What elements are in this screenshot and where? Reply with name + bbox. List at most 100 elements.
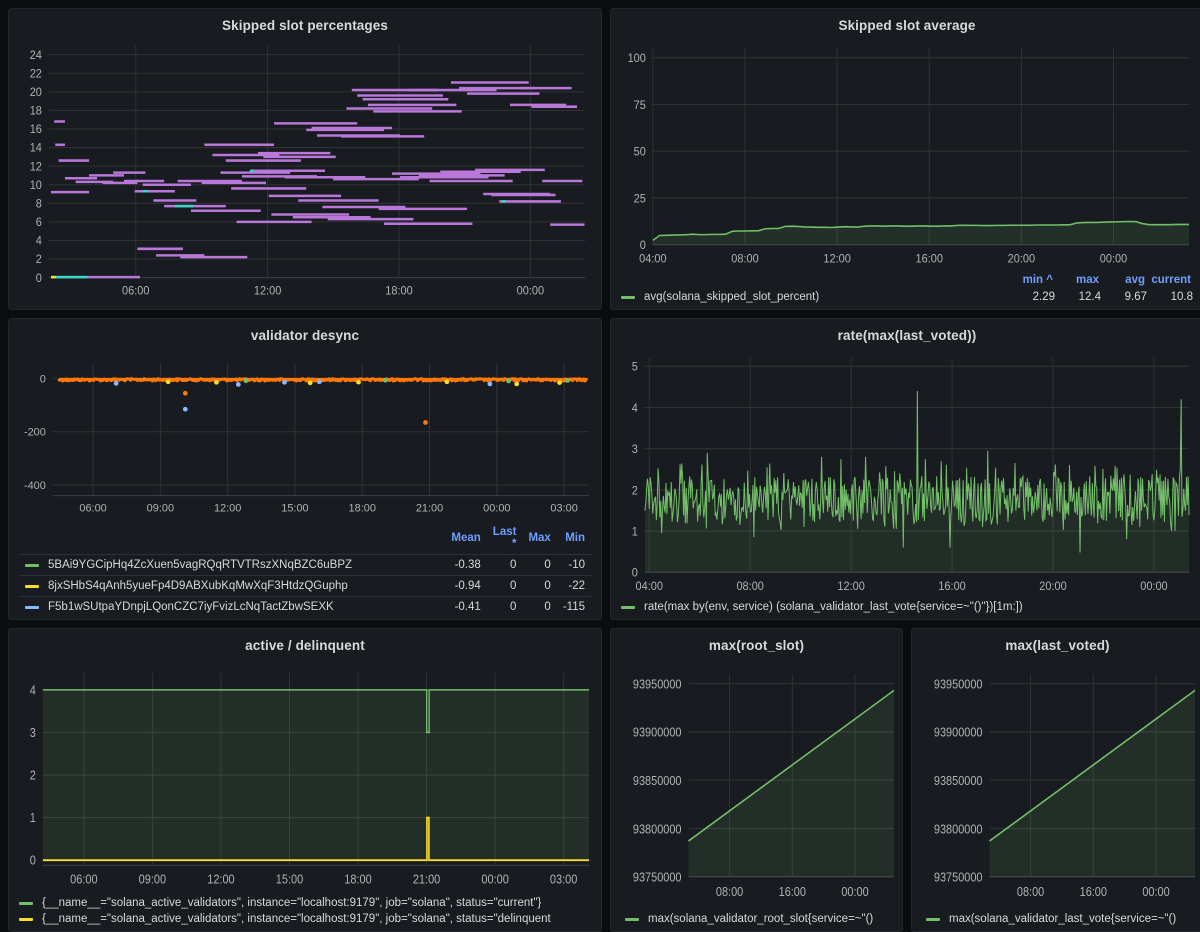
panel-title: active / delinquent xyxy=(245,638,365,653)
svg-text:3: 3 xyxy=(632,444,638,457)
panel-max-last-voted[interactable]: max(last_voted) 93750000 93800000 93850000… xyxy=(911,628,1200,932)
legend-item[interactable]: {__name__="solana_active_validators", in… xyxy=(19,913,591,925)
series-label[interactable]: F5b1wSUtpaYDnpjLQonCZC7iyFvizLcNqTactZbw… xyxy=(48,601,334,613)
svg-text:4: 4 xyxy=(30,684,37,698)
chart-active-delinquent: 0 1 2 3 4 06:00 09:00 12:00 15:00 18:00 21:00 00:00… xyxy=(9,657,601,897)
legend-row[interactable]: 5BAi9YGCipHq4ZcXuen5vagRQqRTVTRszXNqBZC6… xyxy=(19,554,591,576)
svg-text:20:00: 20:00 xyxy=(1008,252,1036,266)
svg-text:12:00: 12:00 xyxy=(837,581,864,594)
chart-validator-desync: 0 -200 -400 06:00 09:00 12:00 15:00 18:00 21:00 0… xyxy=(9,347,601,523)
svg-text:10: 10 xyxy=(30,180,42,192)
series-last-value: 0 xyxy=(486,554,523,576)
dashboard-grid: Skipped slot percentages 0 2 4 6 8 10 12 14 16 18… xyxy=(0,0,1200,932)
series-label[interactable]: max(solana_validator_last_vote{service=~… xyxy=(949,913,1176,925)
legend-table: Mean Last * Max Min 5BAi9YGCipHq4ZcXuen5… xyxy=(19,523,591,617)
legend-max-root-slot: max(solana_validator_root_slot{service=~… xyxy=(611,913,902,931)
series-label[interactable]: rate(max by(env, service) (solana_valida… xyxy=(644,601,1023,613)
svg-text:09:00: 09:00 xyxy=(139,873,167,887)
series-label-cell[interactable]: 5BAi9YGCipHq4ZcXuen5vagRQqRTVTRszXNqBZC6… xyxy=(19,554,446,576)
panel-skipped-slot-percentages[interactable]: Skipped slot percentages 0 2 4 6 8 10 12 14 16 18… xyxy=(8,8,602,310)
legend-item[interactable]: {__name__="solana_active_validators", in… xyxy=(19,897,591,909)
series-label[interactable]: avg(solana_skipped_slot_percent) xyxy=(644,291,1009,303)
svg-text:3: 3 xyxy=(30,726,36,740)
svg-text:15:00: 15:00 xyxy=(276,873,304,887)
svg-text:00:00: 00:00 xyxy=(517,285,544,297)
series-mean-value: -0.41 xyxy=(454,601,481,613)
svg-text:93800000: 93800000 xyxy=(633,821,682,836)
svg-text:4: 4 xyxy=(36,235,42,247)
series-label[interactable]: {__name__="solana_active_validators", in… xyxy=(42,913,551,925)
svg-text:2: 2 xyxy=(36,254,42,266)
svg-text:2: 2 xyxy=(30,769,36,783)
svg-text:00:00: 00:00 xyxy=(1140,581,1167,594)
svg-text:93800000: 93800000 xyxy=(934,821,983,836)
svg-text:93850000: 93850000 xyxy=(934,773,983,788)
series-label[interactable]: 5BAi9YGCipHq4ZcXuen5vagRQqRTVTRszXNqBZC6… xyxy=(48,559,352,571)
svg-text:0: 0 xyxy=(40,374,46,386)
svg-text:1: 1 xyxy=(30,812,36,826)
svg-text:0: 0 xyxy=(640,239,647,253)
legend-col-mean[interactable]: Mean xyxy=(445,523,487,555)
chart-skipped-slot-percentages: 0 2 4 6 8 10 12 14 16 18 20 22 24 06:00 12:00 18:00 00:0… xyxy=(9,37,601,309)
series-label[interactable]: 8jxSHbS4qAnh5yueFp4D9ABXubKqMwXqF3HtdzQG… xyxy=(48,580,348,592)
svg-text:16:00: 16:00 xyxy=(1080,884,1108,899)
legend-row[interactable]: F5b1wSUtpaYDnpjLQonCZC7iyFvizLcNqTactZbw… xyxy=(19,597,591,618)
svg-text:12:00: 12:00 xyxy=(254,285,281,297)
svg-text:08:00: 08:00 xyxy=(736,581,763,594)
svg-text:93900000: 93900000 xyxy=(934,725,983,740)
svg-text:00:00: 00:00 xyxy=(1142,884,1170,899)
svg-text:1: 1 xyxy=(632,526,638,539)
series-color-swatch xyxy=(19,901,33,905)
svg-text:06:00: 06:00 xyxy=(79,502,106,514)
series-color-swatch xyxy=(625,917,639,921)
svg-text:00:00: 00:00 xyxy=(483,502,510,514)
panel-skipped-slot-average[interactable]: Skipped slot average 0 25 50 75 100 04:00 08:0… xyxy=(610,8,1200,310)
svg-text:6: 6 xyxy=(36,217,42,229)
legend-col-max[interactable]: Max xyxy=(522,523,557,555)
svg-text:93950000: 93950000 xyxy=(934,676,983,691)
panel-active-delinquent[interactable]: active / delinquent 0 1 2 3 4 06:00 09:00 12:00… xyxy=(8,628,602,932)
svg-text:93900000: 93900000 xyxy=(633,725,682,740)
panel-title: validator desync xyxy=(250,328,360,343)
svg-text:18: 18 xyxy=(30,105,42,117)
svg-text:00:00: 00:00 xyxy=(841,884,869,899)
svg-text:12:00: 12:00 xyxy=(823,252,851,266)
svg-text:06:00: 06:00 xyxy=(122,285,149,297)
svg-text:20: 20 xyxy=(30,87,42,99)
legend-item[interactable]: max(solana_validator_last_vote{service=~… xyxy=(926,913,1193,925)
legend-col-min[interactable]: Min xyxy=(556,523,591,555)
svg-text:18:00: 18:00 xyxy=(349,502,376,514)
series-label-cell[interactable]: F5b1wSUtpaYDnpjLQonCZC7iyFvizLcNqTactZbw… xyxy=(19,597,445,618)
series-label-cell[interactable]: 8jxSHbS4qAnh5yueFp4D9ABXubKqMwXqF3HtdzQG… xyxy=(19,575,446,597)
legend-max-last-voted: max(solana_validator_last_vote{service=~… xyxy=(912,913,1200,931)
panel-rate-max-last-voted[interactable]: rate(max(last_voted)) 0 1 2 3 4 5 04:00 08:00 12… xyxy=(610,318,1200,620)
legend-row[interactable]: 8jxSHbS4qAnh5yueFp4D9ABXubKqMwXqF3HtdzQG… xyxy=(19,575,591,597)
legend-col-min[interactable]: min ^ xyxy=(1007,274,1053,286)
legend-header-row: min ^ max avg current xyxy=(621,274,1193,286)
panel-validator-desync[interactable]: validator desync 0 -200 -400 06:00 09:00 12:0… xyxy=(8,318,602,620)
bottom-right-group: max(root_slot) 93750000 93800000 93850000 9… xyxy=(610,628,1200,932)
panel-title: max(last_voted) xyxy=(1005,638,1110,653)
svg-text:4: 4 xyxy=(632,402,639,415)
svg-text:03:00: 03:00 xyxy=(550,502,577,514)
panel-max-root-slot[interactable]: max(root_slot) 93750000 93800000 93850000 9… xyxy=(610,628,903,932)
svg-text:0: 0 xyxy=(632,567,638,580)
legend-col-last[interactable]: Last * xyxy=(486,523,523,555)
svg-text:0: 0 xyxy=(30,854,37,868)
series-label[interactable]: max(solana_validator_root_slot{service=~… xyxy=(648,913,873,925)
svg-text:0: 0 xyxy=(36,273,42,285)
svg-text:22: 22 xyxy=(30,68,42,80)
legend-item[interactable]: rate(max by(env, service) (solana_valida… xyxy=(621,601,1193,613)
svg-text:8: 8 xyxy=(36,198,42,210)
legend-item[interactable]: max(solana_validator_root_slot{service=~… xyxy=(625,913,892,925)
legend-item[interactable]: avg(solana_skipped_slot_percent) 2.29 12… xyxy=(621,286,1193,303)
legend-col-current[interactable]: current xyxy=(1145,274,1191,286)
svg-text:5: 5 xyxy=(632,361,638,374)
series-max-value: 0 xyxy=(522,554,557,576)
chart-rate-max-last-voted: 0 1 2 3 4 5 04:00 08:00 12:00 16:00 20:00 00:00 xyxy=(611,347,1200,601)
series-avg-value: 9.67 xyxy=(1124,291,1147,303)
legend-col-avg[interactable]: avg xyxy=(1099,274,1145,286)
series-last-value: 0 xyxy=(486,575,523,597)
series-label[interactable]: {__name__="solana_active_validators", in… xyxy=(42,897,541,909)
legend-col-max[interactable]: max xyxy=(1053,274,1099,286)
